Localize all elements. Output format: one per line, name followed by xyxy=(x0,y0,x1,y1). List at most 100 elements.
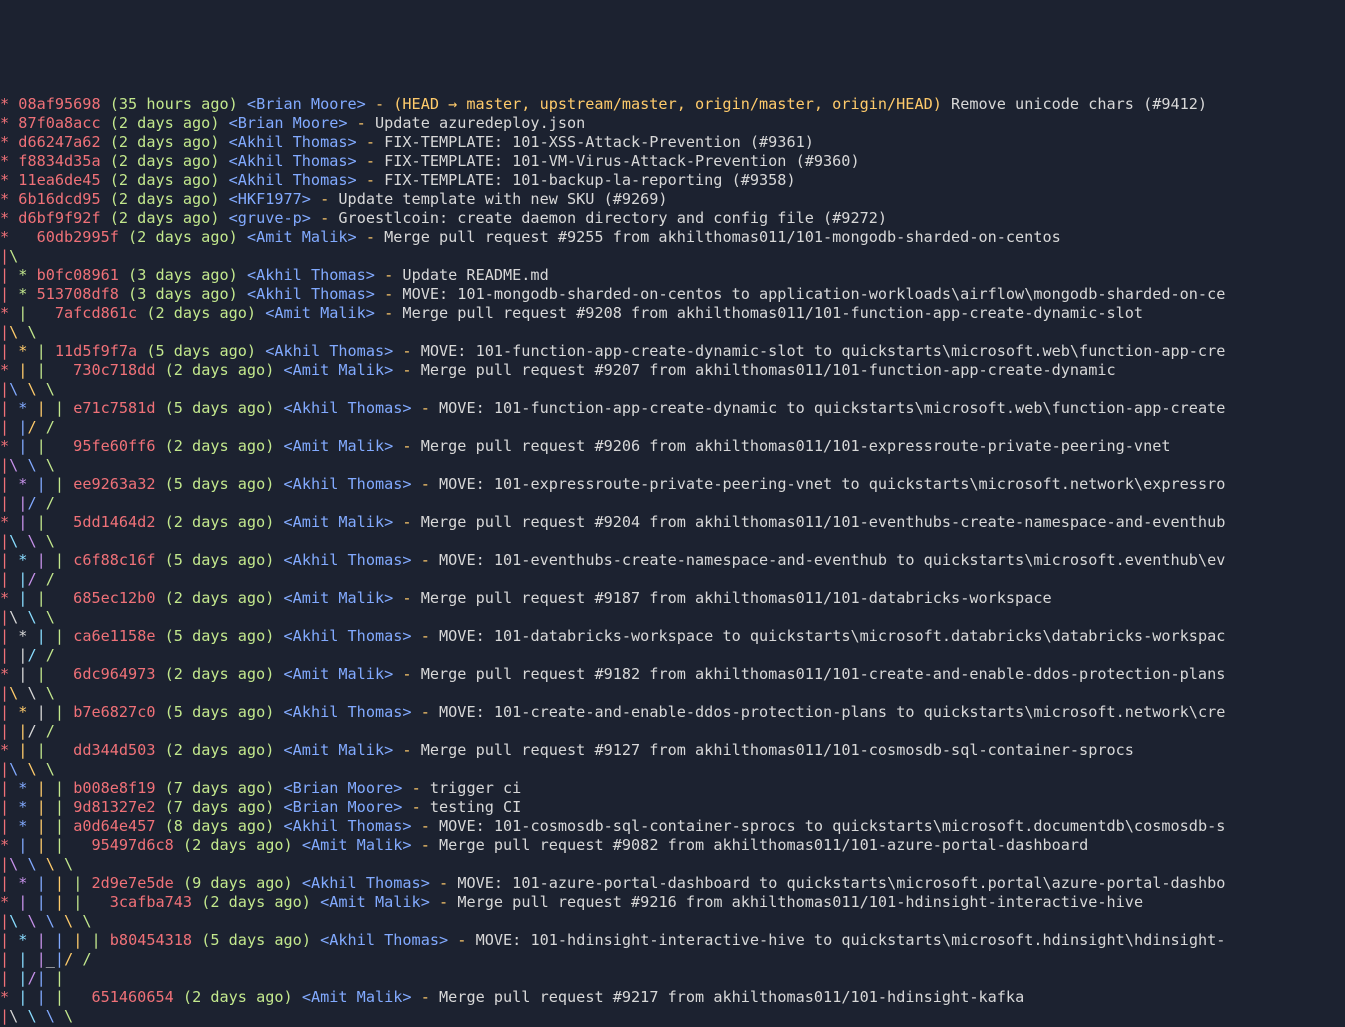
separator-dash: - xyxy=(421,627,430,645)
commit-age: (2 days ago) xyxy=(201,893,311,911)
commit-author: <Amit Malik> xyxy=(284,741,394,759)
commit-hash[interactable]: b0fc08961 xyxy=(37,266,119,284)
commit-row: * 08af95698 (35 hours ago) <Brian Moore>… xyxy=(0,95,1345,114)
graph-glyph: | xyxy=(55,798,73,816)
commit-hash[interactable]: 9d81327e2 xyxy=(73,798,155,816)
graph-glyph: | xyxy=(73,874,91,892)
commit-hash[interactable]: 95497d6c8 xyxy=(91,836,173,854)
commit-hash[interactable]: 685ec12b0 xyxy=(73,589,155,607)
commit-author: <Amit Malik> xyxy=(284,513,394,531)
graph-glyph: \ xyxy=(9,532,27,550)
commit-age: (8 days ago) xyxy=(165,817,275,835)
commit-hash[interactable]: 7afcd861c xyxy=(55,304,137,322)
commit-message: Merge pull request #9182 from akhilthoma… xyxy=(421,665,1226,683)
commit-hash[interactable]: c6f88c16f xyxy=(73,551,155,569)
graph-glyph: | xyxy=(0,285,18,303)
commit-hash[interactable]: 513708df8 xyxy=(37,285,119,303)
commit-row: * | | dd344d503 (2 days ago) <Amit Malik… xyxy=(0,741,1345,760)
graph-glyph: * xyxy=(0,190,18,208)
commit-hash[interactable]: b80454318 xyxy=(110,931,192,949)
commit-hash[interactable]: 95fe60ff6 xyxy=(73,437,155,455)
graph-glyph: * xyxy=(18,874,36,892)
commit-author: <Amit Malik> xyxy=(284,437,394,455)
graph-glyph: \ xyxy=(27,760,45,778)
commit-hash[interactable]: 6dc964973 xyxy=(73,665,155,683)
commit-hash[interactable]: 651460654 xyxy=(91,988,173,1006)
commit-hash[interactable]: 3cafba743 xyxy=(110,893,192,911)
commit-row: * | | | | 3cafba743 (2 days ago) <Amit M… xyxy=(0,893,1345,912)
graph-glyph: \ xyxy=(27,532,45,550)
commit-hash[interactable]: 87f0a8acc xyxy=(18,114,100,132)
separator-dash: - xyxy=(366,152,375,170)
graph-glyph: | xyxy=(37,665,74,683)
commit-age: (2 days ago) xyxy=(128,228,238,246)
graph-glyph: | xyxy=(0,323,9,341)
commit-hash[interactable]: a0d64e457 xyxy=(73,817,155,835)
commit-row: * | | 5dd1464d2 (2 days ago) <Amit Malik… xyxy=(0,513,1345,532)
commit-hash[interactable]: f8834d35a xyxy=(18,152,100,170)
graph-glyph: | xyxy=(37,475,55,493)
commit-hash[interactable]: b008e8f19 xyxy=(73,779,155,797)
commit-age: (2 days ago) xyxy=(110,190,220,208)
graph-glyph: | xyxy=(18,950,36,968)
separator-dash: - xyxy=(439,1026,448,1027)
graph-glyph: * xyxy=(0,361,18,379)
commit-row: * | | 95fe60ff6 (2 days ago) <Amit Malik… xyxy=(0,437,1345,456)
graph-glyph: * xyxy=(18,627,36,645)
graph-glyph: * xyxy=(18,798,36,816)
commit-hash[interactable]: 60db2995f xyxy=(37,228,119,246)
commit-hash[interactable]: d6bf9f92f xyxy=(18,209,100,227)
graph-glyph: / xyxy=(27,969,36,987)
graph-glyph: \ xyxy=(9,456,27,474)
separator-dash: - xyxy=(412,798,421,816)
commit-message: FIX-TEMPLATE: 101-backup-la-reporting (#… xyxy=(384,171,795,189)
commit-author: <Akhil Thomas> xyxy=(229,152,357,170)
graph-glyph: * xyxy=(0,114,18,132)
commit-message: Merge pull request #9255 from akhilthoma… xyxy=(384,228,1061,246)
graph-glyph: | xyxy=(0,950,18,968)
commit-age: (7 days ago) xyxy=(165,779,275,797)
graph-glyph: | xyxy=(37,399,55,417)
commit-author: <HKF1977> xyxy=(229,190,311,208)
graph-glyph: | xyxy=(37,988,55,1006)
graph-glyph: | xyxy=(37,361,74,379)
commit-row: * | | 730c718dd (2 days ago) <Amit Malik… xyxy=(0,361,1345,380)
graph-edge-row: |\ \ xyxy=(0,323,1345,342)
commit-row: * d6bf9f92f (2 days ago) <gruve-p> - Gro… xyxy=(0,209,1345,228)
commit-hash[interactable]: 730c718dd xyxy=(73,361,155,379)
commit-hash[interactable]: 11d5f9f7a xyxy=(55,342,137,360)
separator-dash: - xyxy=(402,437,411,455)
commit-hash[interactable]: 6b16dcd95 xyxy=(18,190,100,208)
graph-glyph: | xyxy=(0,399,18,417)
commit-row: | * | | b7e6827c0 (5 days ago) <Akhil Th… xyxy=(0,703,1345,722)
graph-glyph: | xyxy=(0,380,9,398)
commit-row: | * | | | | b80454318 (5 days ago) <Akhi… xyxy=(0,931,1345,950)
graph-edge-row: |\ \ \ \ xyxy=(0,1007,1345,1026)
graph-edge-row: |\ \ \ xyxy=(0,532,1345,551)
commit-row: | * | 11d5f9f7a (5 days ago) <Akhil Thom… xyxy=(0,342,1345,361)
commit-hash[interactable]: d66247a62 xyxy=(18,133,100,151)
commit-hash[interactable]: 08af95698 xyxy=(18,95,100,113)
graph-glyph: | xyxy=(37,627,55,645)
commit-message: Merge pull request #9187 from akhilthoma… xyxy=(421,589,1052,607)
graph-glyph: | xyxy=(0,912,9,930)
commit-message: MOVE: 101-azure-portal-dashboard to quic… xyxy=(457,874,1225,892)
commit-hash[interactable]: 2d9e7e5de xyxy=(91,874,173,892)
graph-glyph: / xyxy=(46,646,73,664)
graph-glyph: | xyxy=(73,893,110,911)
commit-hash[interactable]: e71c7581d xyxy=(73,399,155,417)
graph-glyph: \ xyxy=(46,760,73,778)
commit-hash[interactable]: 5dd1464d2 xyxy=(73,513,155,531)
commit-author: <Akhil Thomas> xyxy=(284,703,412,721)
graph-glyph: | xyxy=(0,266,18,284)
commit-hash[interactable]: 34af88a3d xyxy=(91,1026,173,1027)
commit-row: | * | | ca6e1158e (5 days ago) <Akhil Th… xyxy=(0,627,1345,646)
commit-hash[interactable]: dd344d503 xyxy=(73,741,155,759)
commit-hash[interactable]: 11ea6de45 xyxy=(18,171,100,189)
commit-hash[interactable]: ee9263a32 xyxy=(73,475,155,493)
commit-age: (2 days ago) xyxy=(165,361,275,379)
commit-row: | * | | a0d64e457 (8 days ago) <Akhil Th… xyxy=(0,817,1345,836)
graph-edge-row: | |/ / xyxy=(0,494,1345,513)
commit-hash[interactable]: ca6e1158e xyxy=(73,627,155,645)
commit-hash[interactable]: b7e6827c0 xyxy=(73,703,155,721)
